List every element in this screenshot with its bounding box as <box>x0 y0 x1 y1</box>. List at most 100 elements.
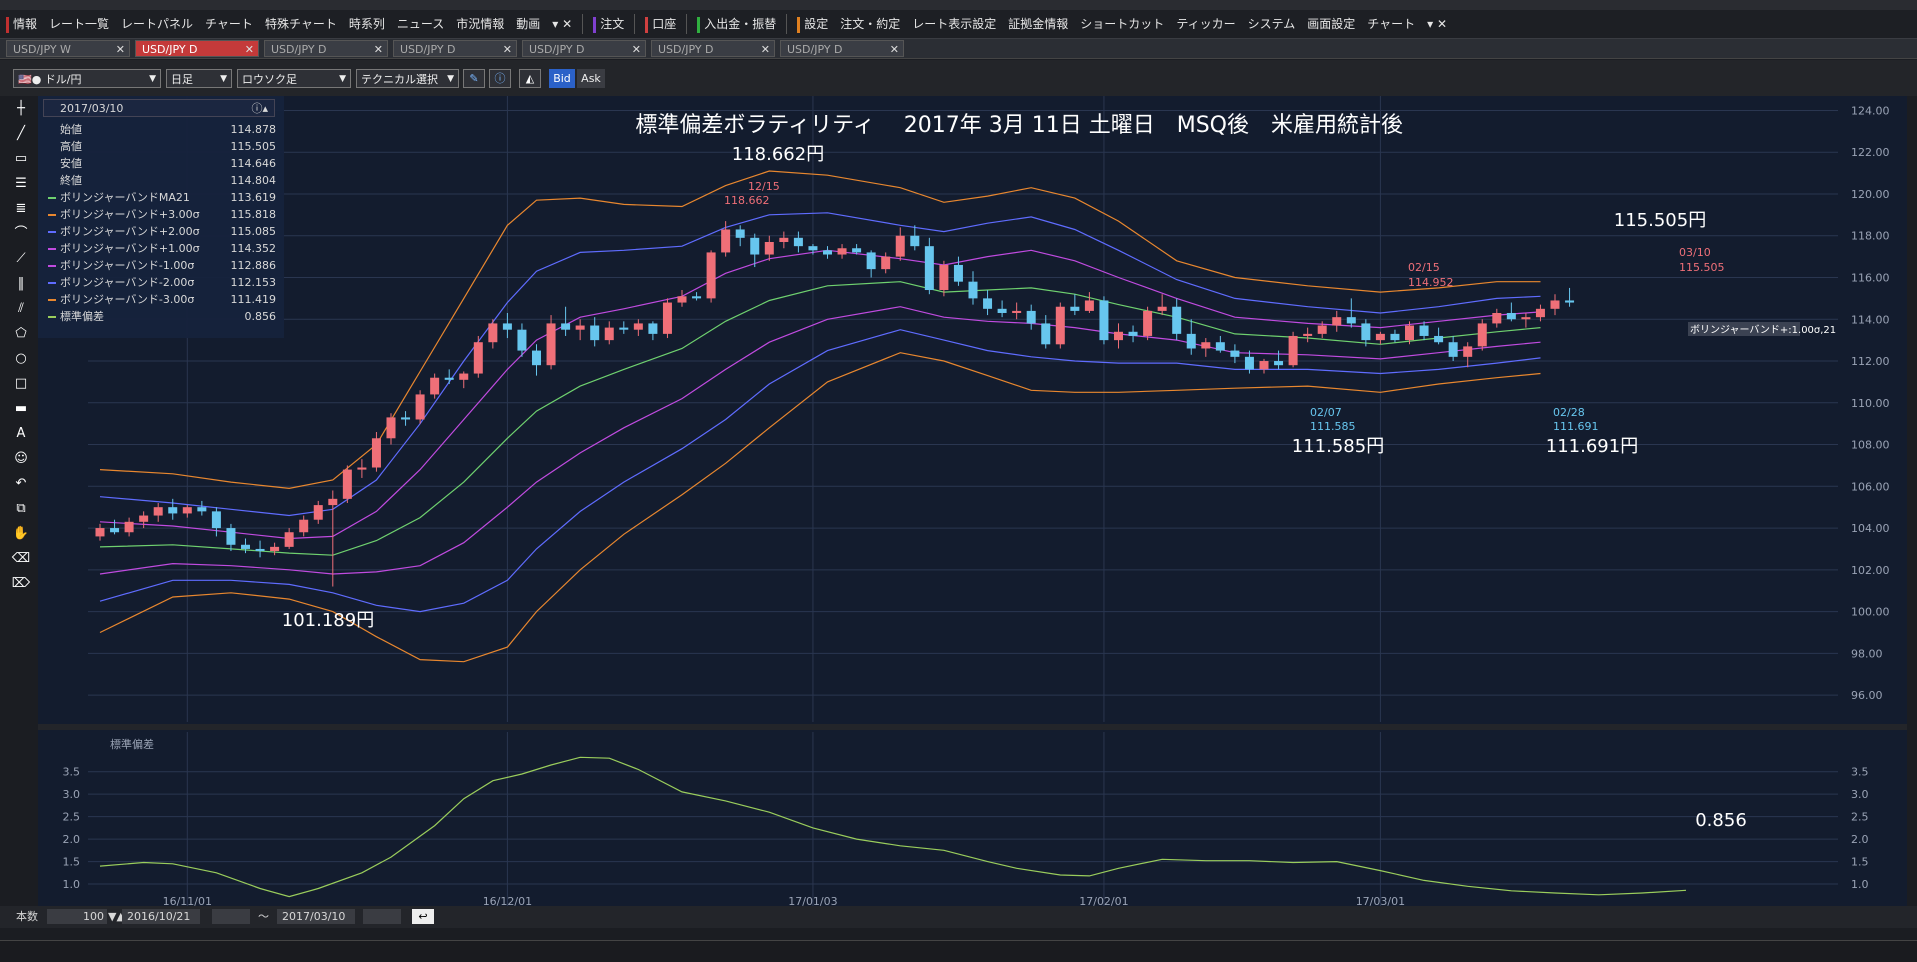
menu-special-chart[interactable]: 特殊チャート <box>259 14 343 34</box>
tab-usdjpy-d-4[interactable]: USD/JPY D ✕ <box>393 40 517 57</box>
menu-system[interactable]: システム <box>1242 14 1302 34</box>
menu-timeseries[interactable]: 時系列 <box>343 14 391 34</box>
sd-y-tick-label-left: 2.5 <box>63 811 81 824</box>
fan-icon[interactable]: ⌒ <box>10 223 32 245</box>
close-icon[interactable]: ✕ <box>632 41 641 58</box>
chart-toolbar: 🇺🇸● ドル/円 ▼ 日足 ▼ ロウソク足 ▼ テクニカル選択 ▼ ✎ ⓘ ◭ Bid … <box>0 60 1917 96</box>
close-icon[interactable]: ✕ <box>503 41 512 58</box>
close-icon[interactable]: ✕ <box>116 41 125 58</box>
line-icon[interactable]: ▬ <box>10 398 32 420</box>
technical-select[interactable]: テクニカル選択 ▼ <box>356 69 459 88</box>
info-collapse-icon[interactable]: ⓘ▴ <box>251 100 268 118</box>
menu-more-dropdown-icon[interactable]: ▾ ✕ <box>546 14 578 34</box>
candle-body <box>1041 323 1051 345</box>
chart-area[interactable]: 124.00 122.00 120.00 118.00 116.00 114.00 112.… <box>38 96 1907 908</box>
rectangle-icon[interactable]: □ <box>10 373 32 395</box>
tab-usdjpy-d-5[interactable]: USD/JPY D ✕ <box>522 40 646 57</box>
crosshair-icon[interactable]: ┼ <box>10 98 32 120</box>
y-tick-label: 104.00 <box>1851 522 1890 535</box>
menu-info[interactable]: 情報 <box>0 14 43 34</box>
menu-news[interactable]: ニュース <box>391 14 450 34</box>
to-date-input[interactable]: 2017/03/10 <box>277 909 355 924</box>
candle <box>633 319 643 336</box>
refresh-icon[interactable]: ↩ <box>412 909 434 924</box>
menu-ticker[interactable]: ティッカー <box>1170 14 1241 34</box>
trendline-icon[interactable]: ╱ <box>10 123 32 145</box>
price-chart[interactable]: 124.00 122.00 120.00 118.00 116.00 114.00 112.… <box>38 96 1907 908</box>
info-icon[interactable]: ⓘ <box>489 69 511 88</box>
close-icon[interactable]: ✕ <box>374 41 383 58</box>
timeframe-select[interactable]: 日足 ▼ <box>166 69 232 88</box>
pentagon-icon[interactable]: ⬠ <box>10 323 32 345</box>
menu-shortcut[interactable]: ショートカット <box>1074 14 1170 34</box>
text-icon[interactable]: A <box>10 423 32 445</box>
menu-market-info[interactable]: 市況情報 <box>450 14 510 34</box>
menu-order[interactable]: 注文 <box>587 14 630 34</box>
y-tick-label: 102.00 <box>1851 564 1890 577</box>
menu-chart-2[interactable]: チャート <box>1361 14 1421 34</box>
menu-deposit[interactable]: 入出金・振替 <box>691 14 782 34</box>
copy-icon[interactable]: ⧉ <box>10 498 32 520</box>
tab-usdjpy-w[interactable]: USD/JPY W ✕ <box>6 40 130 57</box>
menu-rate-list[interactable]: レート一覧 <box>43 14 115 34</box>
y-tick-label: 114.00 <box>1851 313 1890 326</box>
menu-settings[interactable]: 設定 <box>791 14 834 34</box>
menu-rate-panel[interactable]: レートパネル <box>115 14 199 34</box>
candle-body <box>910 235 920 247</box>
candle <box>706 250 716 303</box>
gann-icon[interactable]: ⟋ <box>10 248 32 270</box>
fibonacci-icon[interactable]: ≣ <box>10 198 32 220</box>
tab-usdjpy-d-7[interactable]: USD/JPY D ✕ <box>780 40 904 57</box>
candle-body <box>211 511 221 529</box>
candle <box>546 315 556 370</box>
close-icon[interactable]: ✕ <box>245 41 254 58</box>
candle <box>1521 312 1531 328</box>
candle-body <box>1521 317 1531 320</box>
tab-usdjpy-d-6[interactable]: USD/JPY D ✕ <box>651 40 775 57</box>
vertical-lines-icon[interactable]: ‖ <box>10 273 32 295</box>
tab-usdjpy-d-active[interactable]: USD/JPY D ✕ <box>135 40 259 57</box>
currency-pair-select[interactable]: 🇺🇸● ドル/円 ▼ <box>13 69 161 88</box>
tab-usdjpy-d-3[interactable]: USD/JPY D ✕ <box>264 40 388 57</box>
from-time-input[interactable] <box>212 909 250 924</box>
from-date-input[interactable]: 2016/10/21 <box>122 909 200 924</box>
candle-body <box>110 528 120 533</box>
area-chart-icon[interactable]: ◭ <box>519 69 541 88</box>
eraser-all-icon[interactable]: ⌦ <box>10 573 32 595</box>
eraser-icon[interactable]: ⌫ <box>10 548 32 570</box>
candle <box>968 271 978 305</box>
circle-icon[interactable]: ○ <box>10 348 32 370</box>
close-icon[interactable]: ✕ <box>890 41 899 58</box>
ruler-icon[interactable]: ▭ <box>10 148 32 170</box>
candle <box>430 373 440 399</box>
bid-toggle[interactable]: Bid <box>549 69 575 88</box>
chart-type-select[interactable]: ロウソク足 ▼ <box>237 69 351 88</box>
menu-rate-display[interactable]: レート表示設定 <box>906 14 1002 34</box>
menu-chart[interactable]: チャート <box>199 14 259 34</box>
menu-screen-settings[interactable]: 画面設定 <box>1301 14 1361 34</box>
horizontal-lines-icon[interactable]: ☰ <box>10 173 32 195</box>
candle-body <box>241 544 250 549</box>
candle-body <box>633 323 643 330</box>
smiley-icon[interactable]: ☺ <box>10 448 32 470</box>
candle <box>1434 327 1444 345</box>
menu-order-exec[interactable]: 注文・約定 <box>834 14 906 34</box>
menu-margin-info[interactable]: 証拠金情報 <box>1002 14 1074 34</box>
channel-icon[interactable]: ⫽ <box>10 298 32 320</box>
menu-video[interactable]: 動画 <box>510 14 546 34</box>
count-input[interactable]: 100 <box>47 909 107 924</box>
close-icon[interactable]: ✕ <box>761 41 770 58</box>
pen-icon[interactable]: ✎ <box>463 69 485 88</box>
to-time-input[interactable] <box>363 909 401 924</box>
candle <box>95 523 105 541</box>
hand-icon[interactable]: ✋ <box>10 523 32 545</box>
candle-body <box>1434 335 1444 343</box>
candle <box>764 235 774 261</box>
undo-icon[interactable]: ↶ <box>10 473 32 495</box>
ask-toggle[interactable]: Ask <box>577 69 605 88</box>
candle-body <box>1361 323 1371 341</box>
menu-more2-dropdown-icon[interactable]: ▾ ✕ <box>1421 14 1453 34</box>
series-swatch <box>48 248 56 250</box>
menu-account[interactable]: 口座 <box>639 14 682 34</box>
ohlc-label: ボリンジャーバンド+2.00σ <box>60 225 200 238</box>
